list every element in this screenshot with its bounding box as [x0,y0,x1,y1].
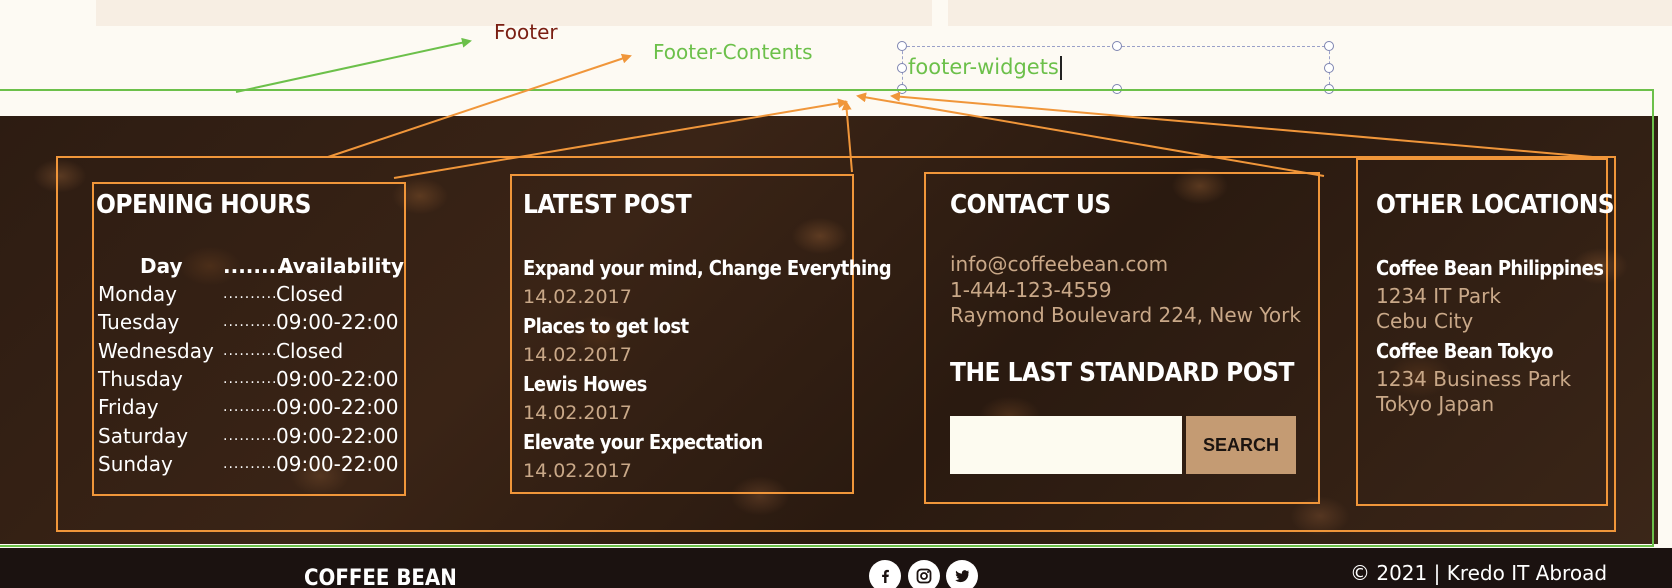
resize-handle-top[interactable] [1112,41,1122,51]
search-button[interactable]: SEARCH [1186,416,1296,474]
hours-header-availability: Availability [278,254,404,278]
hours-dots: .......... [223,399,278,416]
location-name: Coffee Bean Philippines [1376,256,1604,280]
location-line: 1234 IT Park [1376,284,1501,308]
hours-dots: .......... [223,342,278,359]
twitter-icon[interactable] [946,560,978,588]
last-standard-post-title: THE LAST STANDARD POST [950,358,1295,388]
post-date: 14.02.2017 [523,344,632,366]
post-date: 14.02.2017 [523,286,632,308]
arrow-footer [235,37,472,93]
hours-day: Tuesday [98,310,180,335]
hours-dots: .......... [223,286,278,302]
location-line: Cebu City [1376,309,1474,333]
facebook-icon[interactable] [869,560,901,588]
footer-widgets-text[interactable]: footer-widgets [908,55,1062,80]
resize-handle-right[interactable] [1324,63,1334,73]
hours-day: Wednesday [98,338,214,363]
opening-hours-title: OPENING HOURS [96,190,312,220]
hours-day: Saturday [98,423,189,448]
post-title-link[interactable]: Places to get lost [523,314,689,338]
post-date: 14.02.2017 [523,402,632,424]
hours-value: Closed [276,282,344,306]
resize-handle-top-right[interactable] [1324,41,1334,51]
hours-dots: .......... [223,427,278,444]
annotation-footer-label: Footer [494,20,558,44]
resize-handle-top-left[interactable] [897,41,907,51]
post-title-link[interactable]: Lewis Howes [523,372,647,396]
resize-handle-left[interactable] [897,63,907,73]
hours-day: Sunday [98,451,173,476]
latest-post-title: LATEST POST [523,190,692,220]
contact-phone: 1-444-123-4559 [950,278,1112,302]
location-line: 1234 Business Park [1376,367,1572,391]
hours-dots: .......... [223,370,278,387]
contact-title: CONTACT US [950,190,1111,220]
hours-dots: .......... [223,314,278,331]
brand-name: COFFEE BEAN [304,566,457,588]
page-card-right [948,0,1672,26]
location-name: Coffee Bean Tokyo [1376,339,1553,363]
hours-value: 09:00-22:00 [276,423,399,448]
search-input[interactable] [950,416,1182,474]
hours-value: 09:00-22:00 [276,395,399,420]
instagram-icon[interactable] [908,560,940,588]
hours-dots: .......... [223,455,278,472]
annotation-footer-contents-label: Footer-Contents [653,40,813,64]
hours-day: Friday [98,395,159,420]
hours-day: Monday [98,282,177,306]
copyright-text: © 2021 | Kredo IT Abroad [1350,561,1608,585]
text-cursor [1059,56,1062,80]
other-locations-title: OTHER LOCATIONS [1376,190,1615,220]
hours-value: 09:00-22:00 [276,366,399,391]
hours-day: Thusday [98,366,183,391]
location-line: Tokyo Japan [1376,392,1495,416]
post-date: 14.02.2017 [523,460,632,482]
hours-value: 09:00-22:00 [276,310,399,335]
contact-email[interactable]: info@coffeebean.com [950,252,1168,276]
post-title-link[interactable]: Elevate your Expectation [523,430,763,454]
post-title-link[interactable]: Expand your mind, Change Everything [523,256,892,280]
hours-header-day: Day [140,254,183,278]
hours-value: Closed [276,338,344,363]
hours-value: 09:00-22:00 [276,451,399,476]
footer-widgets-textbox[interactable]: footer-widgets [897,41,1334,94]
contact-address: Raymond Boulevard 224, New York [950,303,1301,327]
